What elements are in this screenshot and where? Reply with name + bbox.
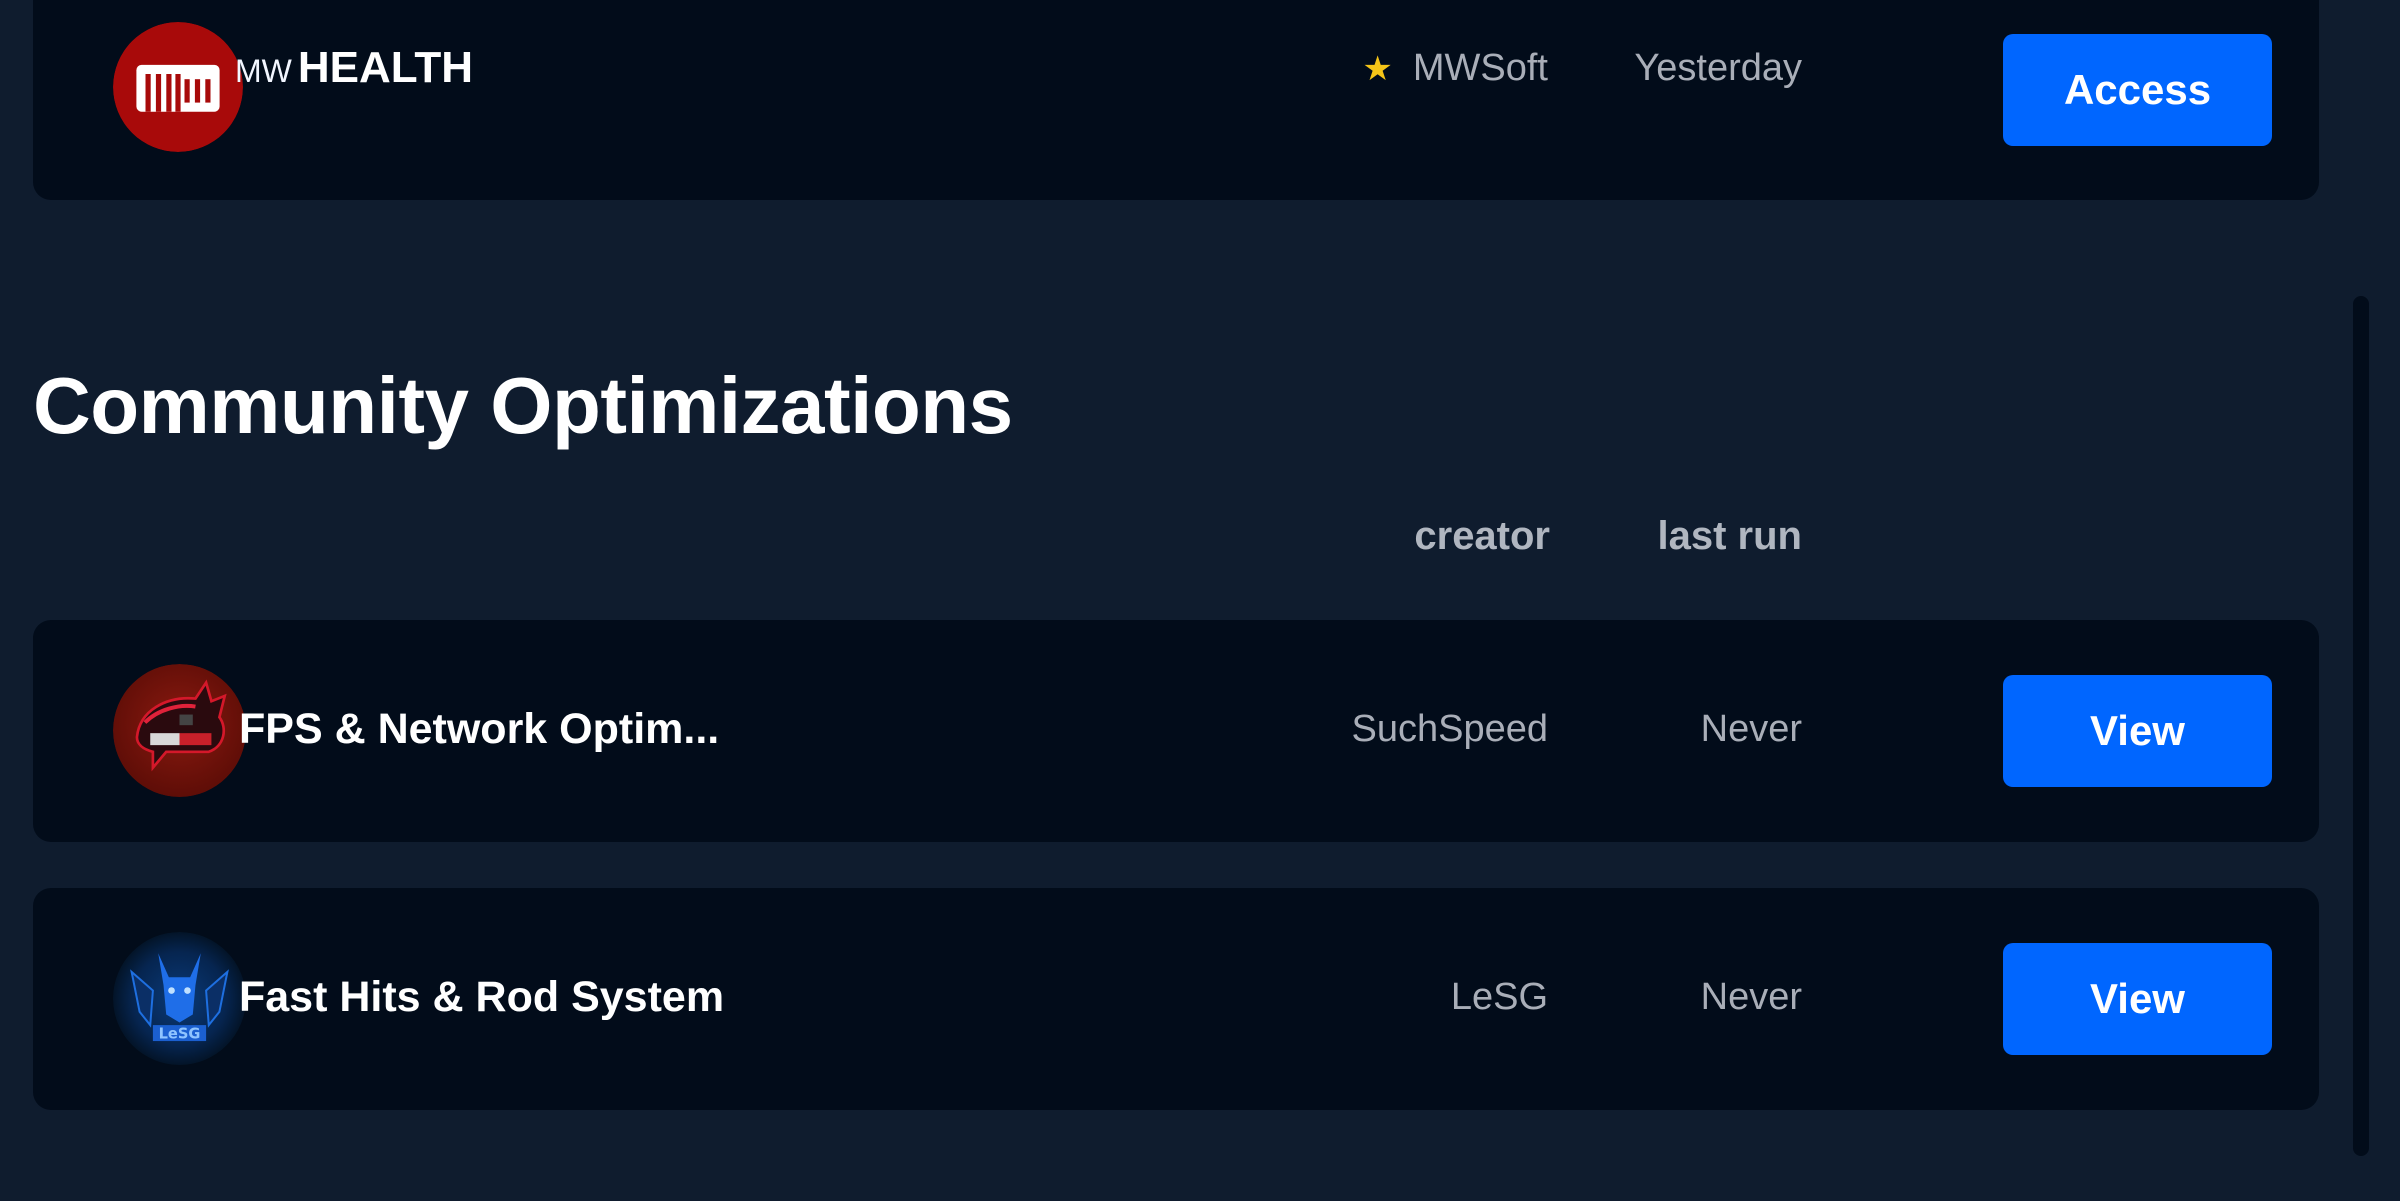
featured-creator: ★ MWSoft bbox=[1362, 46, 1548, 92]
item-title: FPS & Network Optim... bbox=[239, 705, 720, 753]
creator-name: MWSoft bbox=[1412, 47, 1548, 89]
item-creator: SuchSpeed bbox=[1351, 708, 1549, 750]
list-item: LeSG Fast Hits & Rod System LeSG Never V… bbox=[33, 888, 2319, 1110]
featured-title: MW HEALTH bbox=[235, 46, 473, 90]
view-button[interactable]: View bbox=[2003, 675, 2272, 787]
star-icon: ★ bbox=[1362, 49, 1393, 88]
view-button[interactable]: View bbox=[2003, 943, 2272, 1055]
section-title: Community Optimizations bbox=[33, 361, 1013, 450]
item-last-run: Never bbox=[1700, 708, 1802, 750]
item-title: Fast Hits & Rod System bbox=[239, 973, 725, 1021]
page: MW HEALTH ★ MWSoft Yesterday Access Commu… bbox=[0, 0, 2400, 1201]
item-last-run: Never bbox=[1700, 976, 1802, 1018]
list-item: FPS & Network Optim... SuchSpeed Never V… bbox=[33, 620, 2319, 842]
lesg-logo-icon: LeSG bbox=[113, 932, 246, 1065]
featured-last-run: Yesterday bbox=[1634, 47, 1802, 89]
scrollbar-thumb[interactable] bbox=[2353, 296, 2369, 1156]
brand-name: HEALTH bbox=[297, 43, 474, 92]
access-button[interactable]: Access bbox=[2003, 34, 2272, 146]
suchspeed-logo-icon bbox=[113, 664, 246, 797]
column-header-creator: creator bbox=[1414, 514, 1550, 558]
brand-prefix: MW bbox=[235, 53, 292, 89]
scrollbar[interactable] bbox=[2350, 290, 2372, 1160]
column-header-last-run: last run bbox=[1657, 514, 1802, 558]
mw-health-logo-icon bbox=[113, 22, 243, 152]
item-creator: LeSG bbox=[1450, 976, 1548, 1018]
featured-optimization-card: MW HEALTH ★ MWSoft Yesterday Access bbox=[33, 0, 2319, 200]
svg-text:LeSG: LeSG bbox=[159, 1025, 201, 1042]
